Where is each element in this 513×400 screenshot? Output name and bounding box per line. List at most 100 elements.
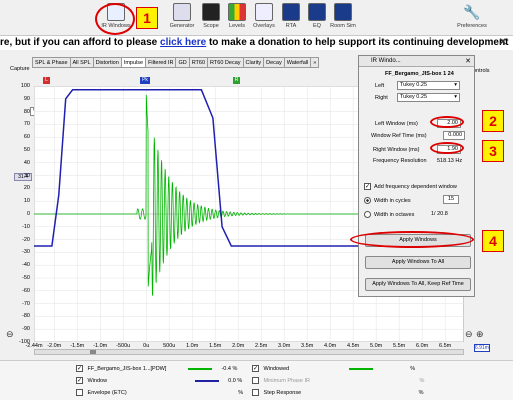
impulse-checkbox[interactable]: ✓ <box>76 365 83 373</box>
highlight-oval-ir-windows <box>95 3 135 35</box>
chevron-down-icon: ▾ <box>454 94 457 100</box>
ir-windows-dialog: IR Windo... ✕ FF_Bergamo_JIS-box 1 24 Le… <box>358 55 475 297</box>
width-octaves-radio-dot[interactable] <box>364 211 371 218</box>
generator-icon <box>173 3 191 21</box>
legend-row-windowed[interactable]: ✓ Windowed % <box>252 364 415 374</box>
wrench-icon: 🔧 <box>463 4 481 20</box>
tab-all-spl[interactable]: All SPL <box>69 57 94 68</box>
envelope-checkbox[interactable] <box>76 389 83 397</box>
legend-panel: ✓ FF_Bergamo_JIS-box 1...[PDW] -0.4 % ✓ … <box>0 360 513 400</box>
width-cycles-label: Width in cycles <box>374 197 411 204</box>
y-tick-label: -50 <box>22 275 30 281</box>
overlays-label: Overlays <box>253 23 275 29</box>
room-sim-button[interactable]: Room Sim <box>328 2 358 34</box>
tab-rt60[interactable]: RT60 <box>188 57 209 68</box>
legend-row-envelope[interactable]: Envelope (ETC) % <box>76 388 243 398</box>
y-tick-label: -90 <box>22 326 30 333</box>
width-cycles-radio[interactable]: Width in cycles <box>364 197 411 204</box>
highlight-oval-left-window <box>430 116 464 128</box>
tab-filtered-ir[interactable]: Filtered IR <box>145 57 177 68</box>
overlays-button[interactable]: Overlays <box>249 2 279 34</box>
legend-row-window[interactable]: ✓ Window 0.0 % <box>76 376 242 386</box>
levels-button[interactable]: Levels <box>222 2 252 34</box>
callout-3: 3 <box>482 140 504 162</box>
left-window-marker[interactable]: L <box>43 77 50 84</box>
tab-clarity[interactable]: Clarity <box>242 57 265 68</box>
room-sim-label: Room Sim <box>330 23 356 29</box>
chevron-down-icon: ▾ <box>454 82 457 88</box>
controls-label-fragment: ontrols <box>473 68 490 74</box>
ref-time-label: Window Ref Time (ms) <box>371 133 427 139</box>
graph-tabs: SPL & Phase All SPL Distortion Impulse Filte… <box>32 57 320 68</box>
y-tick-label: -30 <box>22 249 30 256</box>
freq-res-value: 518.13 Hz <box>437 158 463 164</box>
legend-swatch <box>194 379 219 382</box>
apply-windows-to-all-button[interactable]: Apply Windows To All <box>365 256 471 269</box>
min-phase-checkbox[interactable] <box>252 377 259 385</box>
y-tick-label: 40 <box>23 159 30 166</box>
overlays-icon <box>255 3 273 21</box>
add-freq-window-check[interactable]: ✓ <box>364 183 371 190</box>
octaves-value: 1/ 20.8 <box>431 211 448 217</box>
tab-waterfall[interactable]: Waterfall <box>283 57 312 68</box>
tab-gd[interactable]: GD <box>175 57 190 68</box>
right-window-type-select[interactable]: Tukey 0.25 ▾ <box>397 93 460 102</box>
y-tick-label: 80 <box>23 108 30 115</box>
left-window-type-select[interactable]: Tukey 0.25 ▾ <box>397 81 460 90</box>
right-window-label: Right Window (ms) <box>373 147 420 153</box>
right-window-marker[interactable]: R <box>233 77 240 84</box>
ref-time-input[interactable]: 0.000 <box>443 131 465 140</box>
tab-decay[interactable]: Decay <box>263 57 285 68</box>
capture-label[interactable]: Capture <box>10 66 30 72</box>
callout-2: 2 <box>482 110 504 132</box>
rta-icon <box>282 3 300 21</box>
tab-[interactable]: » <box>310 57 320 68</box>
close-icon[interactable]: ✕ <box>465 56 471 67</box>
zoom-out-x-icon[interactable]: ⊖ <box>465 329 473 340</box>
levels-icon <box>228 3 246 21</box>
right-type-label: Right <box>375 95 388 101</box>
scrollbar-thumb[interactable] <box>90 350 96 354</box>
y-tick-label: -60 <box>22 287 30 294</box>
peak-marker[interactable]: Pk <box>140 77 150 84</box>
step-response-checkbox[interactable] <box>252 389 259 397</box>
close-icon[interactable]: ✕ <box>499 36 507 50</box>
zoom-in-x-icon[interactable]: ⊕ <box>476 329 484 340</box>
highlight-oval-right-window <box>430 142 464 154</box>
cycles-input[interactable]: 15 <box>443 195 459 204</box>
add-freq-window-label: Add frequency dependent window <box>374 183 457 190</box>
width-octaves-label: Width in octaves <box>374 211 415 218</box>
y-tick-label: -10 <box>22 223 30 230</box>
tab-impulse[interactable]: Impulse <box>120 57 147 68</box>
width-cycles-radio-dot[interactable] <box>364 197 371 204</box>
add-freq-window-checkbox[interactable]: ✓ Add frequency dependent window <box>364 183 457 190</box>
left-window-label: Left Window (ms) <box>375 121 418 127</box>
legend-row-min-phase[interactable]: Minimum Phase IR % <box>252 376 424 386</box>
legend-value: 0.0 % <box>228 378 243 384</box>
preferences-label: Preferences <box>457 23 487 29</box>
donation-banner: re, but if you can afford to please clic… <box>0 36 513 50</box>
donation-link[interactable]: click here <box>160 37 206 48</box>
y-tick-label: 100 <box>20 83 30 89</box>
dialog-title-bar[interactable]: IR Windo... ✕ <box>359 56 474 67</box>
toolbar: IR Windows Generator Scope Levels Overla… <box>0 0 513 36</box>
width-octaves-radio[interactable]: Width in octaves <box>364 211 414 218</box>
legend-row-impulse[interactable]: ✓ FF_Bergamo_JIS-box 1...[PDW] -0.4 % <box>76 364 237 374</box>
zoom-out-icon[interactable]: ⊖ <box>6 329 14 340</box>
y-tick-label: 10 <box>23 198 30 205</box>
windowed-checkbox[interactable]: ✓ <box>252 365 259 373</box>
tab-spl-phase[interactable]: SPL & Phase <box>32 57 71 68</box>
apply-windows-keep-ref-button[interactable]: Apply Windows To All, Keep Ref Time <box>365 278 471 291</box>
legend-value: % <box>238 390 244 396</box>
window-checkbox[interactable]: ✓ <box>76 377 83 385</box>
tab-distortion[interactable]: Distortion <box>92 57 122 68</box>
preferences-button[interactable]: 🔧 Preferences <box>452 2 492 34</box>
y-tick-label: 30 <box>23 172 30 179</box>
legend-row-step[interactable]: Step Response % <box>252 388 424 398</box>
callout-4: 4 <box>482 230 504 252</box>
legend-swatch <box>187 367 212 370</box>
generator-button[interactable]: Generator <box>167 2 197 34</box>
tab-rt60-decay[interactable]: RT60 Decay <box>207 57 244 68</box>
horizontal-scrollbar[interactable] <box>34 349 464 355</box>
highlight-oval-apply-windows <box>350 231 474 248</box>
